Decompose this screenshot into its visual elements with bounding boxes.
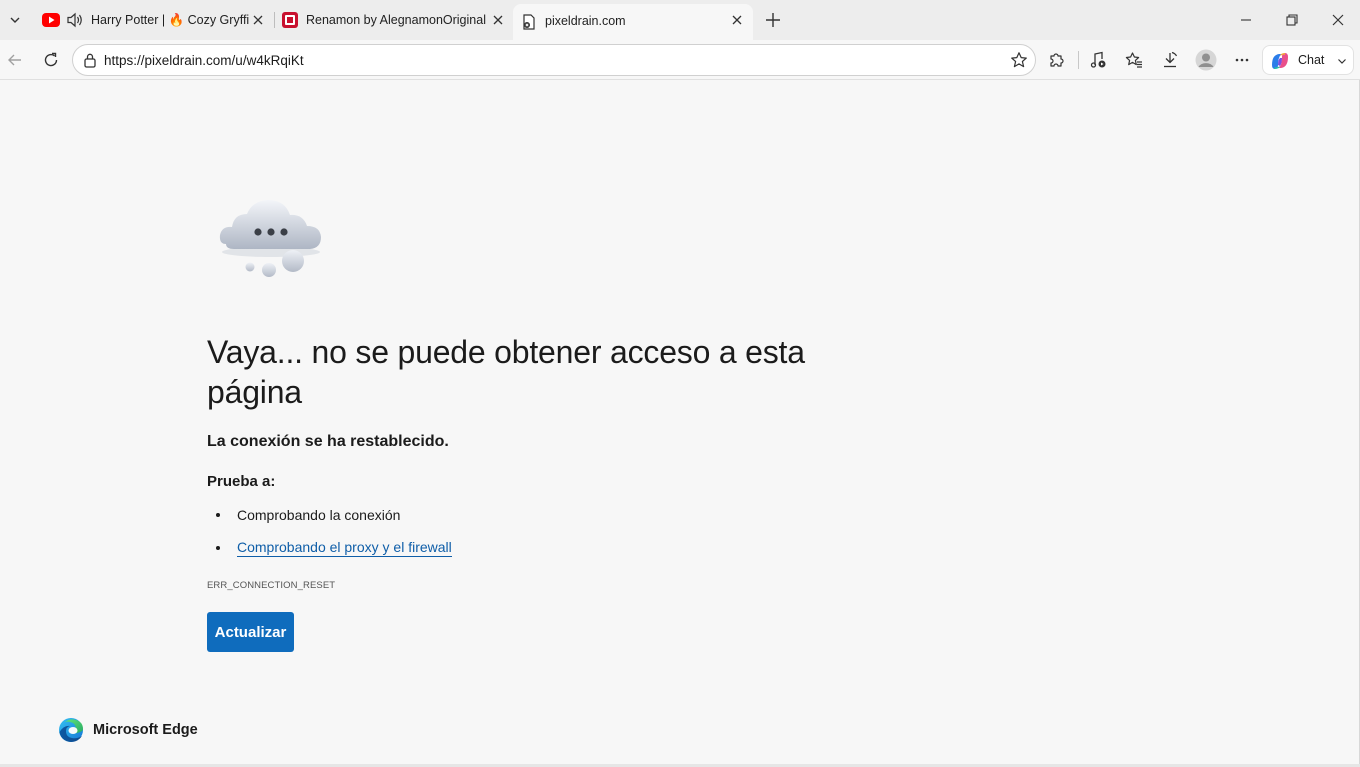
tab-strip: Harry Potter | 🔥 Cozy Gryffindor Renamon… <box>0 0 1360 40</box>
proxy-firewall-link[interactable]: Comprobando el proxy y el firewall <box>237 539 452 557</box>
youtube-icon <box>42 13 60 27</box>
close-icon <box>253 15 263 25</box>
puzzle-icon <box>1050 53 1064 67</box>
tab-pixeldrain[interactable]: pixeldrain.com <box>513 4 753 40</box>
minimize-icon <box>1241 19 1251 21</box>
refresh-icon <box>44 52 58 67</box>
downloads-button[interactable] <box>1158 48 1182 72</box>
close-icon <box>732 15 742 25</box>
chevron-down-icon[interactable] <box>1335 54 1349 68</box>
copilot-icon <box>1272 53 1288 69</box>
cloud-ellipsis-icon <box>219 200 321 277</box>
favorite-star-button[interactable] <box>1009 50 1029 70</box>
back-button[interactable] <box>3 48 27 72</box>
plus-icon <box>766 13 780 27</box>
avatar-icon <box>1195 49 1217 71</box>
extensions-button[interactable] <box>1045 48 1069 72</box>
refresh-button[interactable] <box>39 48 63 72</box>
new-tab-button[interactable] <box>762 8 784 32</box>
more-icon <box>1235 58 1249 62</box>
suggestion-check-connection: Comprobando la conexión <box>237 507 401 523</box>
restore-button[interactable] <box>1281 8 1303 32</box>
error-title: Vaya... no se puede obtener acceso a est… <box>207 334 805 410</box>
suggestion-item: Comprobando el proxy y el firewall <box>216 539 452 557</box>
address-bar[interactable]: https://pixeldrain.com/u/w4kRqiKt <box>72 44 1036 76</box>
error-code: ERR_CONNECTION_RESET <box>207 580 336 591</box>
restore-icon <box>1286 14 1298 26</box>
url-text[interactable]: https://pixeldrain.com/u/w4kRqiKt <box>104 53 304 68</box>
edge-brand-name: Microsoft Edge <box>93 722 198 738</box>
minimize-button[interactable] <box>1235 8 1257 32</box>
tab-divider <box>274 12 275 28</box>
tab-close-button[interactable] <box>250 12 266 28</box>
speaker-icon[interactable] <box>66 12 84 28</box>
toolbar-divider <box>1078 51 1079 69</box>
edge-branding: Microsoft Edge <box>58 716 198 744</box>
bullet <box>216 513 220 517</box>
reload-button[interactable]: Actualizar <box>207 612 294 652</box>
tab-renamon[interactable]: Renamon by AlegnamonOriginal (g <box>278 6 512 34</box>
settings-more-button[interactable] <box>1230 48 1254 72</box>
bullet <box>216 546 220 550</box>
tab-harry-potter[interactable]: Harry Potter | 🔥 Cozy Gryffindor <box>36 6 272 34</box>
favorites-icon <box>1125 52 1142 68</box>
tab-title: Renamon by AlegnamonOriginal (g <box>306 13 490 27</box>
tab-close-button[interactable] <box>729 12 745 28</box>
close-icon <box>1332 14 1344 26</box>
browser-toolbar: https://pixeldrain.com/u/w4kRqiKt Chat <box>0 40 1360 80</box>
page-error-icon <box>523 14 535 30</box>
tab-title: pixeldrain.com <box>545 14 626 28</box>
arrow-left-icon <box>8 54 21 66</box>
favorites-button[interactable] <box>1122 48 1146 72</box>
chat-label: Chat <box>1298 53 1325 67</box>
tab-actions-menu-button[interactable] <box>4 6 26 34</box>
error-subtitle: La conexión se ha restablecido. <box>207 433 449 450</box>
media-control-button[interactable] <box>1086 48 1110 72</box>
copilot-chat-button[interactable]: Chat <box>1262 45 1354 75</box>
tab-close-button[interactable] <box>490 12 506 28</box>
music-note-icon <box>1090 51 1106 68</box>
suggestion-item: Comprobando la conexión <box>216 507 400 523</box>
edge-logo-icon <box>59 718 83 742</box>
tab-title: Harry Potter | 🔥 Cozy Gryffindor <box>91 13 249 27</box>
download-icon <box>1164 51 1178 68</box>
window-close-button[interactable] <box>1327 8 1349 32</box>
star-icon <box>1011 52 1027 68</box>
deviantart-icon <box>282 12 298 28</box>
suggestions-heading: Prueba a: <box>207 473 276 490</box>
chevron-down-icon <box>10 17 20 23</box>
close-icon <box>493 15 503 25</box>
profile-button[interactable] <box>1194 48 1218 72</box>
lock-icon[interactable] <box>82 52 98 68</box>
